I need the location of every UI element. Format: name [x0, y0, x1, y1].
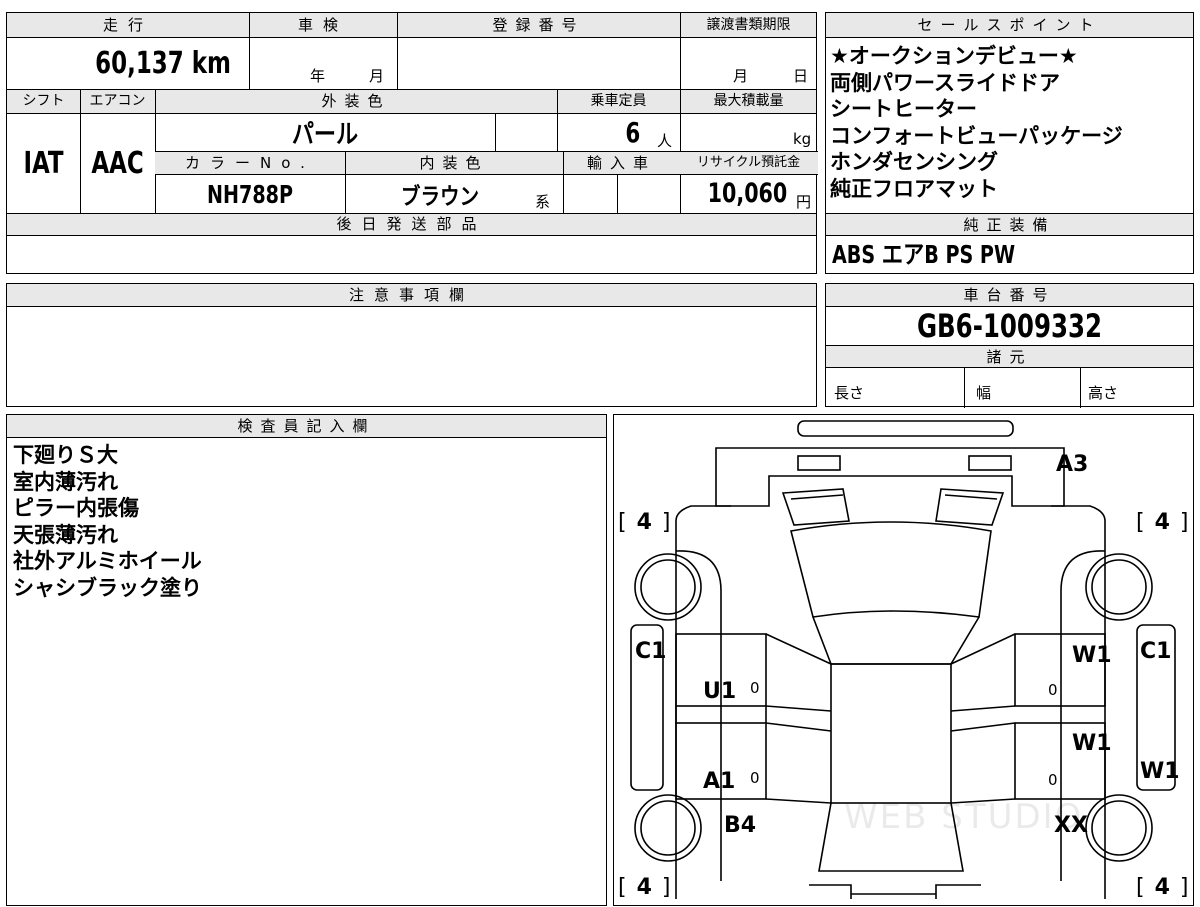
height-label: 高さ: [1088, 384, 1119, 402]
max-load-label: 最大積載量: [713, 93, 784, 109]
tag-w1-mid: W1: [1072, 731, 1112, 756]
zero-left-upper: 0: [750, 679, 760, 697]
length-label: 長さ: [834, 384, 865, 402]
standard-equipment-header: 純正装備: [826, 213, 1193, 236]
tag-c1-right: C1: [1140, 639, 1172, 664]
watermark: WEB STUDIO: [844, 797, 1084, 837]
sales-point-item: 純正フロアマット: [830, 176, 998, 201]
capacity-label: 乗車定員: [590, 93, 647, 109]
import-label: 輸入車: [586, 154, 656, 172]
shift-value: IAT: [23, 146, 64, 181]
tire-fl-bracket: [4]: [618, 510, 671, 535]
notes-header: 注意事項欄: [7, 284, 816, 307]
sales-points-header: セールスポイント: [826, 13, 1193, 38]
sales-point-item: ★オークションデビュー★: [830, 44, 1078, 68]
zero-left-lower: 0: [750, 769, 760, 787]
tag-w1-side: W1: [1140, 759, 1180, 784]
interior-color-value: ブラウン: [400, 184, 480, 210]
tire-rr-bracket: [4]: [1136, 875, 1189, 900]
tag-a3: A3: [1056, 452, 1089, 477]
shaken-year-unit: 年: [310, 67, 326, 85]
specs-header: 諸元: [826, 345, 1193, 368]
tag-a1: A1: [703, 769, 736, 794]
shift-label: シフト: [22, 93, 65, 109]
width-label: 幅: [976, 384, 992, 402]
color-no-value: NH788P: [207, 179, 293, 209]
deadline-month-unit: 月: [733, 67, 749, 85]
inspector-box: 検査員記入欄 下廻りＳ大 室内薄汚れ ピラー内張傷 天張薄汚れ 社外アルミホイール シャシ…: [6, 414, 607, 906]
aircon-value: AAC: [91, 146, 144, 181]
registration-label: 登録番号: [492, 16, 585, 34]
notes-box: 注意事項欄: [6, 283, 817, 407]
tire-fr-bracket: [4]: [1136, 510, 1189, 535]
chassis-box: 車台番号 GB6-1009332 諸元 長さ 幅 高さ: [825, 283, 1194, 408]
recycle-fee-value: 10,060: [707, 178, 788, 209]
exterior-color-value: パール: [291, 120, 359, 150]
recycle-label: リサイクル預託金: [696, 155, 801, 170]
mileage-label: 走行: [102, 16, 153, 34]
inspector-note-line: 天張薄汚れ: [13, 522, 118, 547]
sales-point-item: ホンダセンシング: [830, 150, 998, 174]
sales-points-box: セールスポイント ★オークションデビュー★ 両側パワースライドドア シートヒーターコ…: [825, 12, 1194, 274]
mileage-value: 60,137 km: [95, 46, 231, 81]
recycle-unit: 円: [796, 193, 812, 211]
shaken-month-unit: 月: [369, 67, 385, 85]
tag-c1-left: C1: [635, 639, 667, 664]
sales-point-item: コンフォートビューパッケージ: [830, 123, 1123, 148]
interior-color-label: 内装色: [419, 154, 489, 172]
transfer-deadline-label: 譲渡書類期限: [706, 17, 791, 33]
chassis-header: 車台番号: [826, 284, 1193, 307]
tag-b4: B4: [724, 813, 757, 838]
vehicle-info-table: 走行 車検 登録番号 譲渡書類期限 60,137 km 年 月 月 日 シフト …: [6, 12, 818, 274]
inspector-note-line: シャシブラック塗り: [13, 575, 202, 600]
aircon-label: エアコン: [89, 93, 146, 109]
later-parts-label: 後日発送部品: [336, 215, 487, 233]
interior-suffix: 系: [535, 193, 551, 211]
inspector-note-line: 室内薄汚れ: [13, 469, 118, 494]
tire-rl-bracket: [4]: [618, 875, 671, 900]
zero-right-upper: 0: [1048, 681, 1058, 699]
tag-w1-front: W1: [1072, 643, 1112, 668]
standard-equipment-value: ABS エアB PS PW: [832, 240, 1016, 269]
capacity-value: 6: [625, 116, 641, 149]
inspector-note-line: ピラー内張傷: [13, 496, 139, 520]
tag-u1: U1: [703, 679, 737, 704]
sales-point-item: 両側パワースライドドア: [830, 70, 1060, 95]
capacity-unit: 人: [657, 132, 673, 150]
exterior-color-label: 外装色: [321, 92, 391, 110]
load-unit: kg: [793, 130, 812, 148]
inspector-notes-list: 下廻りＳ大 室内薄汚れ ピラー内張傷 天張薄汚れ 社外アルミホイール シャシブラック塗り: [13, 442, 202, 601]
sales-point-item: シートヒーター: [830, 97, 977, 121]
inspector-note-line: 下廻りＳ大: [13, 443, 118, 467]
chassis-number: GB6-1009332: [916, 307, 1103, 345]
car-diagram-box: [4] [4] [4] [4] A3 C1 C1 U1 A1 B4 W1 W1 …: [613, 414, 1194, 906]
color-no-label: カラーNo.: [185, 154, 315, 172]
shaken-label: 車検: [297, 16, 348, 34]
inspector-note-line: 社外アルミホイール: [13, 549, 202, 573]
inspector-header: 検査員記入欄: [7, 415, 606, 438]
zero-right-lower: 0: [1048, 771, 1058, 789]
deadline-day-unit: 日: [793, 67, 809, 85]
